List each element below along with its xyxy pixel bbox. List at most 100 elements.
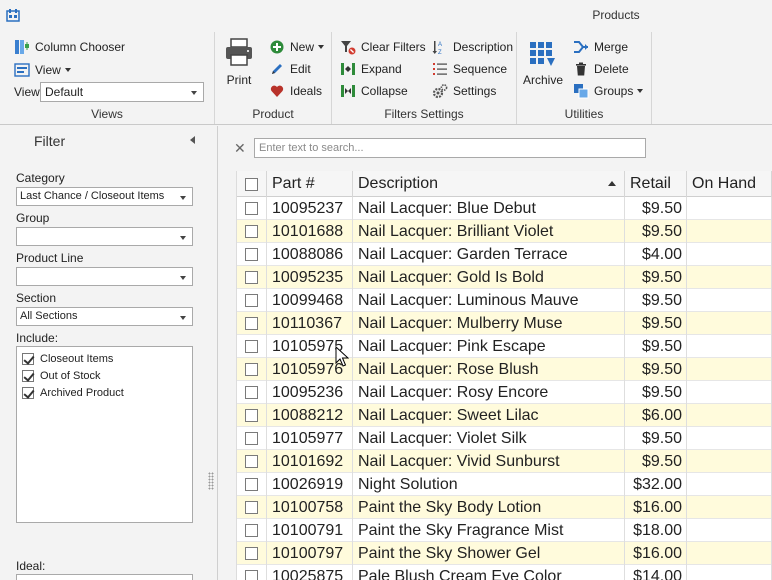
table-row[interactable]: 10105976 Nail Lacquer: Rose Blush $9.50 [237,358,772,381]
row-checkbox[interactable] [245,501,258,514]
checkbox[interactable] [22,386,34,399]
merge-button[interactable]: Merge [573,37,628,57]
table-row[interactable]: 10025875 Pale Blush Cream Eye Color $14.00 [237,565,772,580]
archive-button[interactable]: Archive [523,40,563,87]
table-row[interactable]: 10100791 Paint the Sky Fragrance Mist $18.… [237,519,772,542]
checkbox[interactable] [22,352,34,365]
column-chooser-button[interactable]: Column Chooser [14,37,125,57]
settings-button[interactable]: Settings [432,81,496,101]
row-select-cell[interactable] [237,312,267,335]
row-select-cell[interactable] [237,243,267,266]
printer-icon [226,38,252,66]
table-row[interactable]: 10101688 Nail Lacquer: Brilliant Violet $9… [237,220,772,243]
cell-part: 10100797 [267,542,353,565]
row-select-cell[interactable] [237,197,267,220]
group-select[interactable] [16,227,193,246]
table-row[interactable]: 10026919 Night Solution $32.00 [237,473,772,496]
row-checkbox[interactable] [245,409,258,422]
table-row[interactable]: 10101692 Nail Lacquer: Vivid Sunburst $9.5… [237,450,772,473]
cell-on-hand [687,427,772,450]
search-bar: ✕ [219,126,772,171]
include-label: Include: [16,331,59,345]
category-select[interactable]: Last Chance / Closeout Items [16,187,193,206]
row-checkbox[interactable] [245,202,258,215]
row-select-cell[interactable] [237,565,267,580]
collapse-button[interactable]: Collapse [340,81,408,101]
table-row[interactable]: 10100797 Paint the Sky Shower Gel $16.00 [237,542,772,565]
row-checkbox[interactable] [245,547,258,560]
table-row[interactable]: 10088212 Nail Lacquer: Sweet Lilac $6.00 [237,404,772,427]
groups-button[interactable]: Groups [573,81,644,101]
row-checkbox[interactable] [245,294,258,307]
row-checkbox[interactable] [245,317,258,330]
collapse-pane-icon[interactable] [190,136,195,144]
row-checkbox[interactable] [245,432,258,445]
row-select-cell[interactable] [237,496,267,519]
search-input[interactable] [254,138,646,158]
row-select-cell[interactable] [237,220,267,243]
row-checkbox[interactable] [245,524,258,537]
row-select-cell[interactable] [237,519,267,542]
row-select-cell[interactable] [237,427,267,450]
row-checkbox[interactable] [245,271,258,284]
cell-description: Night Solution [353,473,625,496]
column-header-on-hand[interactable]: On Hand [687,171,772,197]
row-select-cell[interactable] [237,289,267,312]
row-checkbox[interactable] [245,455,258,468]
row-checkbox[interactable] [245,225,258,238]
include-item-archived[interactable]: Archived Product [17,384,192,401]
include-item-out-of-stock[interactable]: Out of Stock [17,367,192,384]
view-menu-button[interactable]: View [14,60,71,80]
include-item-closeout[interactable]: Closeout Items [17,350,192,367]
table-row[interactable]: 10110367 Nail Lacquer: Mulberry Muse $9.50 [237,312,772,335]
table-row[interactable]: 10088086 Nail Lacquer: Garden Terrace $4.0… [237,243,772,266]
checkbox[interactable] [22,369,34,382]
description-sort-button[interactable]: AZ Description [432,37,513,57]
row-select-cell[interactable] [237,450,267,473]
new-button[interactable]: New [269,37,325,57]
row-checkbox[interactable] [245,363,258,376]
column-header-part[interactable]: Part # [267,171,353,197]
cell-retail: $9.50 [625,335,687,358]
table-row[interactable]: 10095236 Nail Lacquer: Rosy Encore $9.50 [237,381,772,404]
row-select-cell[interactable] [237,473,267,496]
ideal-select[interactable] [16,574,193,580]
row-checkbox[interactable] [245,248,258,261]
table-row[interactable]: 10095237 Nail Lacquer: Blue Debut $9.50 [237,197,772,220]
row-checkbox[interactable] [245,386,258,399]
row-select-cell[interactable] [237,381,267,404]
row-select-cell[interactable] [237,335,267,358]
column-chooser-icon [14,39,30,55]
row-select-cell[interactable] [237,404,267,427]
pane-splitter-grip[interactable] [208,472,214,490]
edit-button[interactable]: Edit [269,59,311,79]
clear-filters-button[interactable]: Clear Filters [340,37,426,57]
expand-button[interactable]: Expand [340,59,402,79]
table-row[interactable]: 10099468 Nail Lacquer: Luminous Mauve $9.5… [237,289,772,312]
select-all-checkbox[interactable] [245,177,258,191]
group-caption-utilities: Utilities [564,107,604,121]
table-row[interactable]: 10100758 Paint the Sky Body Lotion $16.00 [237,496,772,519]
row-select-cell[interactable] [237,542,267,565]
row-checkbox[interactable] [245,478,258,491]
cell-part: 10095235 [267,266,353,289]
row-select-cell[interactable] [237,358,267,381]
row-select-cell[interactable] [237,266,267,289]
product-line-select[interactable] [16,267,193,286]
sequence-sort-button[interactable]: Sequence [432,59,507,79]
ideals-button[interactable]: Ideals [269,81,322,101]
table-row[interactable]: 10105975 Nail Lacquer: Pink Escape $9.50 [237,335,772,358]
section-select[interactable]: All Sections [16,307,193,326]
column-header-retail[interactable]: Retail [625,171,687,197]
view-select[interactable]: Default [40,82,204,102]
select-all-header[interactable] [237,171,267,197]
print-button[interactable]: Print [221,36,257,87]
table-row[interactable]: 10095235 Nail Lacquer: Gold Is Bold $9.50 [237,266,772,289]
column-header-description[interactable]: Description [353,171,625,197]
clear-search-icon[interactable]: ✕ [234,140,246,157]
cell-retail: $9.50 [625,220,687,243]
row-checkbox[interactable] [245,340,258,353]
delete-button[interactable]: Delete [573,59,629,79]
table-row[interactable]: 10105977 Nail Lacquer: Violet Silk $9.50 [237,427,772,450]
row-checkbox[interactable] [245,570,258,580]
